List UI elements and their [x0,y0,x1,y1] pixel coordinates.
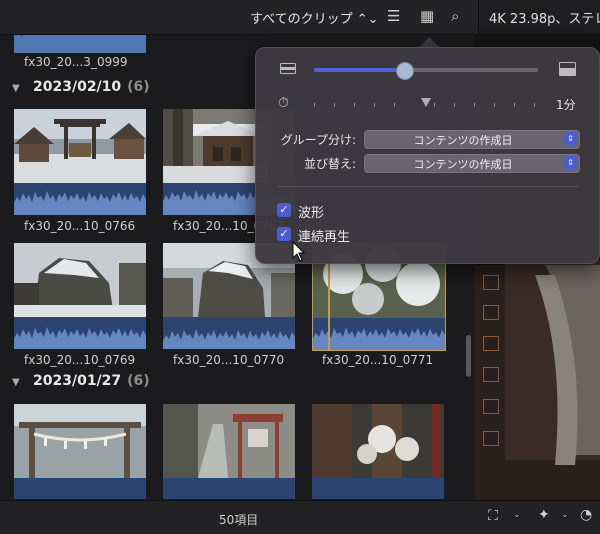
waveform [14,35,146,53]
waveform [312,478,444,499]
date-group-header[interactable]: 2023/01/27 (6) [33,373,150,389]
sort-by-value: コンテンツの作成日 [413,158,513,171]
browser-status-bar: 50項目 ⛶ ⌄ ✦ ⌄ ◔ [0,500,600,534]
filmstrip-sprocket [483,367,499,382]
waveform [163,317,295,349]
group-by-label: グループ分け: [280,133,356,147]
duration-value-label: 1分 [556,98,576,112]
clip-label: fx30_20...10_0770 [173,353,285,367]
continuous-playback-checkbox[interactable]: ✓ [277,227,291,241]
disclosure-triangle-icon[interactable]: ▼ [12,83,20,94]
clip-image [14,109,146,183]
clip-thumbnail-0766[interactable] [14,109,146,215]
viewer-format-label: 4K 23.98p、ステレ [489,12,600,27]
clip-thumbnail[interactable] [312,404,444,499]
browser-scrollbar[interactable] [466,335,471,377]
waveform [313,318,445,350]
popup-chevron-icon: ⇕ [564,132,577,145]
transform-icon[interactable]: ⛶ [488,508,498,524]
filmstrip-sprocket [483,305,499,320]
clip-height-slider-fill [314,68,404,72]
waveform [14,183,146,215]
clip-image [14,404,146,478]
clip-height-slider-knob[interactable] [395,62,414,80]
clip-label: fx30_20...10_0771 [322,353,434,367]
clip-label: fx30_20...3_0999 [24,55,128,69]
large-clip-height-icon [559,62,576,76]
clip-appearance-icon[interactable]: ☰ [387,7,400,25]
viewer-format-info: 4K 23.98p、ステレ [478,0,600,34]
clip-image [14,243,146,317]
chevron-down-icon[interactable]: ⌄ [513,510,521,520]
clip-image [312,404,444,478]
clip-label: fx30_20...10_0766 [24,219,136,233]
waveform-label: 波形 [298,206,325,221]
popup-chevron-icon: ⇕ [564,156,577,169]
search-icon[interactable]: ⌕ [451,7,459,25]
date-group-count: (6) [127,79,150,95]
small-clip-height-icon [280,63,296,74]
clip-thumbnail[interactable] [163,404,295,499]
sort-by-popup[interactable]: コンテンツの作成日 ⇕ [364,154,580,173]
filmstrip-icon[interactable]: ▦ [420,7,434,25]
disclosure-triangle-icon[interactable]: ▼ [12,377,20,388]
filmstrip-sprocket [483,336,499,351]
speed-icon[interactable]: ◔ [580,507,592,523]
item-count-label: 50項目 [219,513,259,527]
waveform [163,478,295,499]
stopwatch-icon: ⏱ [278,95,289,111]
filmstrip-sprocket [483,431,499,446]
clip-label: fx30_20...10_0769 [24,353,136,367]
clip-appearance-popover: ⏱ 1分 グループ分け: コンテンツの作成日 ⇕ 並び替え: コンテンツの作成日… [255,47,600,264]
date-group-date: 2023/01/27 [33,373,122,389]
group-by-popup[interactable]: コンテンツの作成日 ⇕ [364,130,580,149]
clip-thumbnail[interactable] [14,404,146,499]
clip-thumbnail-0999[interactable] [14,35,146,53]
chevron-down-icon[interactable]: ⌄ [561,510,569,520]
clip-thumbnail-0769[interactable] [14,243,146,349]
duration-slider-knob[interactable] [421,98,431,107]
divider [278,186,578,187]
magic-wand-icon[interactable]: ✦ [538,507,550,523]
date-group-date: 2023/02/10 [33,79,122,95]
filmstrip-sprocket [483,399,499,414]
date-group-header[interactable]: 2023/02/10 (6) [33,79,150,95]
sort-by-label: 並び替え: [303,157,356,171]
clip-filter-menu[interactable]: すべてのクリップ ⌃⌄ [250,8,379,27]
group-by-value: コンテンツの作成日 [413,134,513,147]
waveform [14,478,146,499]
mouse-cursor-icon [292,240,306,267]
date-group-count: (6) [127,373,150,389]
waveform [14,317,146,349]
clip-image [163,404,295,478]
waveform-checkbox[interactable]: ✓ [277,203,291,217]
filmstrip-sprocket [483,275,499,290]
